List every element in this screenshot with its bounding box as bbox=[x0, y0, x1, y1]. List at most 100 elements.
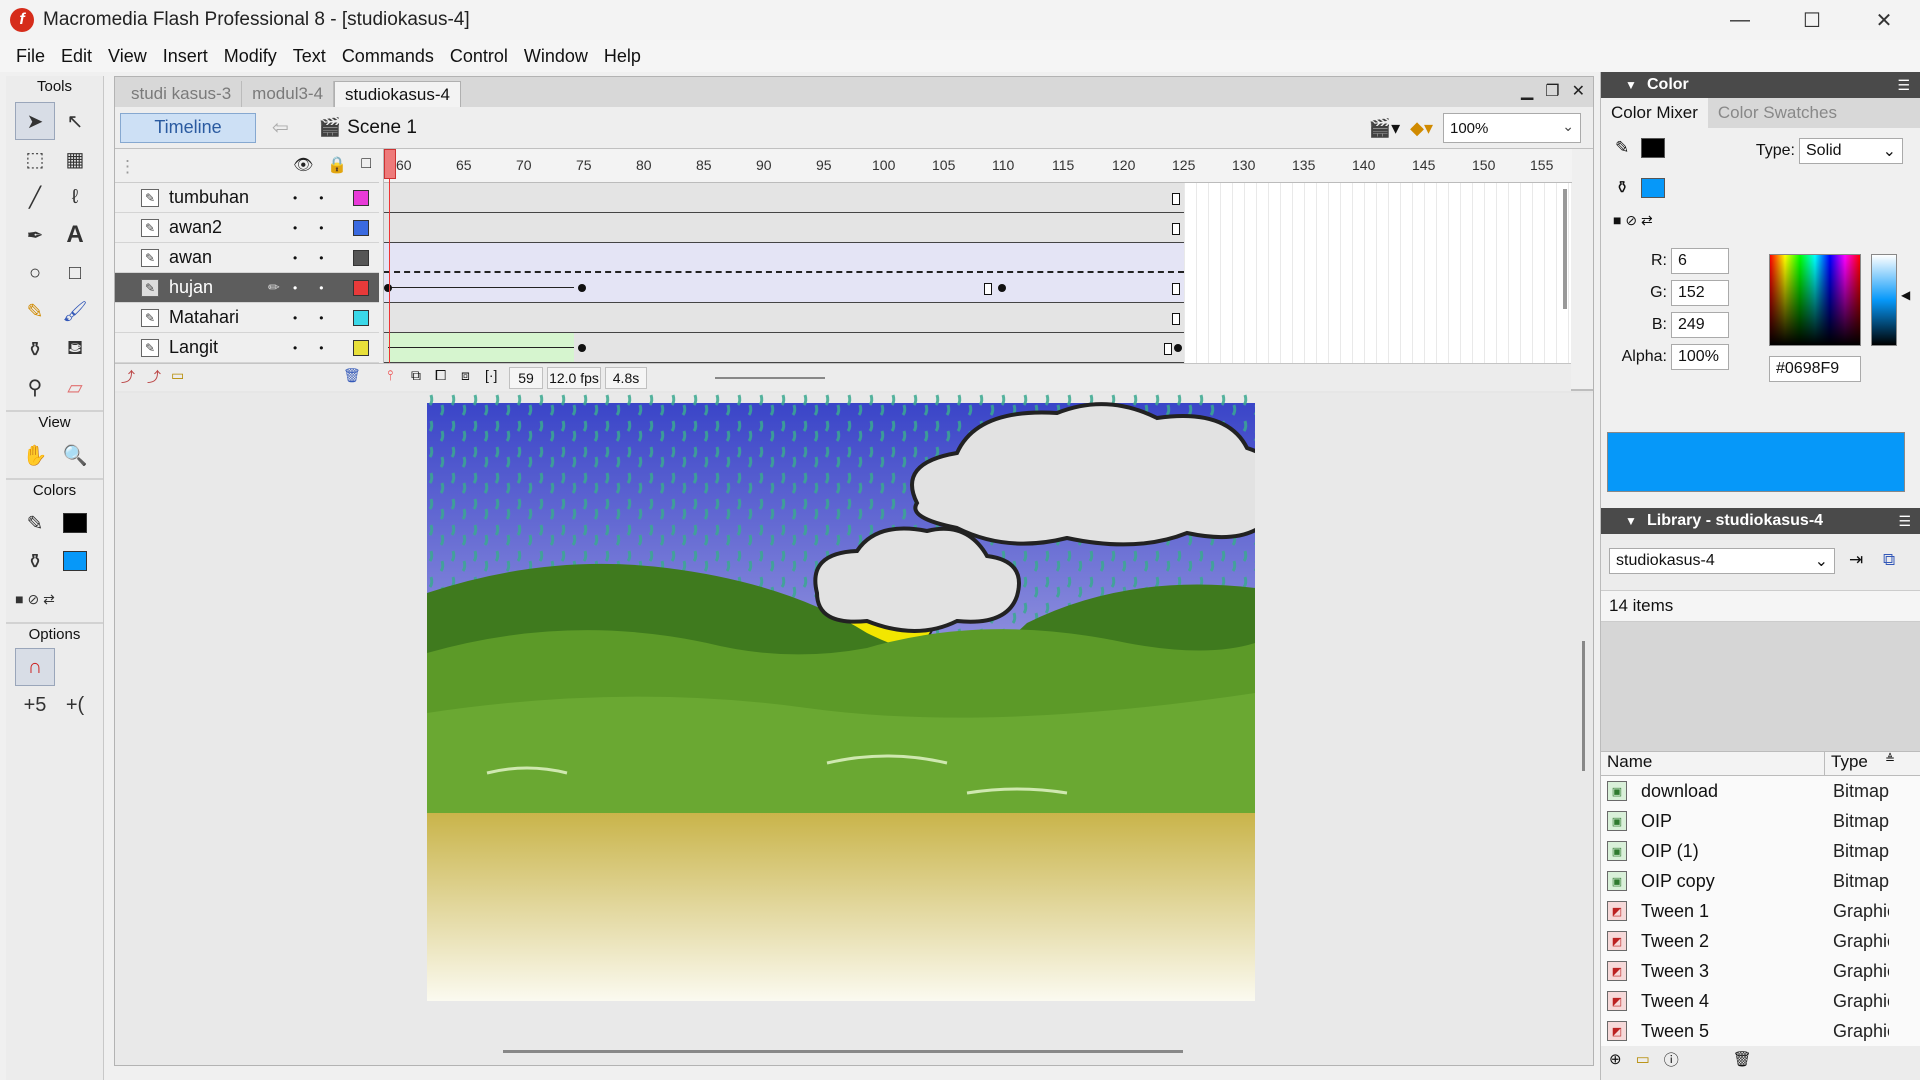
mixer-stroke-swatch[interactable] bbox=[1641, 138, 1665, 158]
edit-scene-icon[interactable]: 🎬▾ bbox=[1369, 118, 1400, 139]
menu-window[interactable]: Window bbox=[516, 46, 596, 67]
add-layer-icon[interactable]: ⤴ bbox=[121, 367, 135, 387]
layer-row-langit[interactable]: ✎ Langit • • bbox=[115, 333, 379, 363]
sort-icon[interactable]: ≜ bbox=[1885, 752, 1895, 775]
layer-row-matahari[interactable]: ✎ Matahari • • bbox=[115, 303, 379, 333]
eraser-tool-icon[interactable]: ▱ bbox=[55, 368, 95, 406]
frame-row[interactable] bbox=[384, 303, 1184, 333]
zoom-select[interactable]: 100% ⌄ bbox=[1443, 113, 1581, 143]
add-folder-icon[interactable]: ▭ bbox=[171, 367, 184, 384]
stage-canvas[interactable] bbox=[427, 393, 1255, 1001]
layer-color-box[interactable] bbox=[353, 219, 369, 236]
timeline-scrollbar[interactable] bbox=[1563, 189, 1567, 309]
onion-outline-icon[interactable]: ⧠ bbox=[435, 367, 446, 384]
collapse-triangle-icon[interactable]: ▼ bbox=[1625, 78, 1637, 92]
library-item[interactable]: ▣ OIP Bitmap bbox=[1601, 806, 1920, 836]
tab-studiokasus-4[interactable]: studiokasus-4 bbox=[334, 81, 461, 107]
subselection-tool-icon[interactable]: ↖ bbox=[55, 102, 95, 140]
doc-restore-icon[interactable]: ❐ bbox=[1545, 81, 1559, 101]
layer-color-box[interactable] bbox=[353, 339, 369, 356]
timeline-button[interactable]: Timeline bbox=[120, 112, 256, 143]
new-library-panel-icon[interactable]: ⧉ bbox=[1883, 550, 1895, 570]
timeline-hscrollbar[interactable] bbox=[715, 377, 825, 379]
line-tool-icon[interactable]: ╱ bbox=[15, 178, 55, 216]
eyedropper-tool-icon[interactable]: ⚲ bbox=[15, 368, 55, 406]
stage-hscrollbar[interactable] bbox=[503, 1050, 1183, 1053]
type-select[interactable]: Solid ⌄ bbox=[1799, 138, 1903, 164]
selection-tool-icon[interactable]: ➤ bbox=[15, 102, 55, 140]
fill-color-swatch[interactable] bbox=[55, 542, 95, 580]
library-item[interactable]: ◩Tween 4Graphic bbox=[1601, 986, 1920, 1016]
stage-area[interactable] bbox=[115, 393, 1593, 1065]
frame-row[interactable] bbox=[384, 333, 1184, 363]
layer-color-box[interactable] bbox=[353, 309, 369, 326]
ink-bottle-tool-icon[interactable]: ⚱ bbox=[15, 330, 55, 368]
center-frame-icon[interactable]: ⫯ bbox=[387, 367, 393, 384]
properties-icon[interactable]: ⓘ bbox=[1664, 1049, 1679, 1070]
color-spectrum[interactable] bbox=[1769, 254, 1861, 346]
library-item[interactable]: ▣ download Bitmap bbox=[1601, 776, 1920, 806]
menu-text[interactable]: Text bbox=[285, 46, 334, 67]
onion-markers-icon[interactable]: [·] bbox=[485, 367, 497, 383]
tab-modul3-4[interactable]: modul3-4 bbox=[242, 81, 335, 107]
snap-magnet-icon[interactable]: ∩ bbox=[15, 648, 55, 686]
pencil-tool-icon[interactable]: ✎ bbox=[15, 292, 55, 330]
menu-commands[interactable]: Commands bbox=[334, 46, 442, 67]
delete-layer-icon[interactable]: 🗑 bbox=[343, 367, 361, 384]
oval-tool-icon[interactable]: ○ bbox=[15, 254, 55, 292]
menu-help[interactable]: Help bbox=[596, 46, 649, 67]
library-item[interactable]: ◩Tween 3Graphic bbox=[1601, 956, 1920, 986]
pin-library-icon[interactable]: ⇥ bbox=[1849, 550, 1863, 570]
menu-modify[interactable]: Modify bbox=[216, 46, 285, 67]
library-item[interactable]: ▣ OIP (1) Bitmap bbox=[1601, 836, 1920, 866]
menu-insert[interactable]: Insert bbox=[155, 46, 216, 67]
layer-color-box[interactable] bbox=[353, 249, 369, 266]
minimize-button[interactable]: — bbox=[1704, 0, 1776, 40]
layer-color-box[interactable] bbox=[353, 279, 369, 296]
layer-color-box[interactable] bbox=[353, 189, 369, 206]
column-type[interactable]: Type bbox=[1825, 752, 1885, 775]
text-tool-icon[interactable]: A bbox=[55, 216, 95, 254]
library-document-select[interactable]: studiokasus-4 ⌄ bbox=[1609, 548, 1835, 574]
brush-tool-icon[interactable]: 🖌 bbox=[55, 292, 95, 330]
add-guide-layer-icon[interactable]: ⤴ bbox=[147, 367, 161, 387]
straighten-icon[interactable]: +( bbox=[55, 686, 95, 724]
delete-item-icon[interactable]: 🗑 bbox=[1733, 1050, 1752, 1068]
frame-ruler[interactable]: 60 65 70 75 80 85 90 95 100 105 110 115 … bbox=[384, 149, 1572, 183]
stroke-color-swatch[interactable] bbox=[55, 504, 95, 542]
frame-row[interactable] bbox=[384, 273, 1184, 303]
menu-edit[interactable]: Edit bbox=[53, 46, 100, 67]
b-input[interactable]: 249 bbox=[1671, 312, 1729, 338]
edit-symbols-icon[interactable]: ◆▾ bbox=[1410, 118, 1433, 139]
collapse-triangle-icon[interactable]: ▼ bbox=[1625, 514, 1637, 528]
brightness-arrow-icon[interactable]: ◀ bbox=[1901, 288, 1910, 302]
frame-row[interactable] bbox=[384, 243, 1184, 273]
library-item[interactable]: ▣ OIP copy Bitmap bbox=[1601, 866, 1920, 896]
new-folder-icon[interactable]: ▭ bbox=[1636, 1050, 1650, 1068]
empty-frames[interactable] bbox=[1184, 183, 1572, 363]
show-hide-eye-icon[interactable]: 👁 bbox=[293, 155, 313, 175]
library-item[interactable]: ◩Tween 5Graphic bbox=[1601, 1016, 1920, 1046]
mixer-fill-swatch[interactable] bbox=[1641, 178, 1665, 198]
rectangle-tool-icon[interactable]: □ bbox=[55, 254, 95, 292]
close-button[interactable]: ✕ bbox=[1848, 0, 1920, 40]
zoom-tool-icon[interactable]: 🔍 bbox=[55, 436, 95, 474]
edit-multiple-frames-icon[interactable]: ⧈ bbox=[461, 367, 470, 384]
panel-menu-icon[interactable]: ☰ bbox=[1897, 77, 1910, 94]
playhead[interactable] bbox=[384, 149, 396, 179]
r-input[interactable]: 6 bbox=[1671, 248, 1729, 274]
menu-view[interactable]: View bbox=[100, 46, 155, 67]
frames-area[interactable]: 60 65 70 75 80 85 90 95 100 105 110 115 … bbox=[383, 149, 1572, 363]
lock-icon[interactable]: 🔒 bbox=[327, 155, 347, 175]
tab-color-mixer[interactable]: Color Mixer bbox=[1601, 98, 1708, 128]
stage-vscrollbar[interactable] bbox=[1582, 641, 1585, 771]
library-item[interactable]: ◩Tween 2Graphic bbox=[1601, 926, 1920, 956]
color-panel-header[interactable]: ▼ Color ☰ bbox=[1601, 72, 1920, 98]
layer-row-hujan[interactable]: ✎ hujan ✏ • • bbox=[115, 273, 379, 303]
layer-row-awan[interactable]: ✎ awan • • bbox=[115, 243, 379, 273]
hand-tool-icon[interactable]: ✋ bbox=[15, 436, 55, 474]
tab-studi-kasus-3[interactable]: studi kasus-3 bbox=[121, 81, 243, 107]
doc-close-icon[interactable]: ✕ bbox=[1572, 81, 1585, 101]
g-input[interactable]: 152 bbox=[1671, 280, 1729, 306]
frame-row[interactable] bbox=[384, 183, 1184, 213]
